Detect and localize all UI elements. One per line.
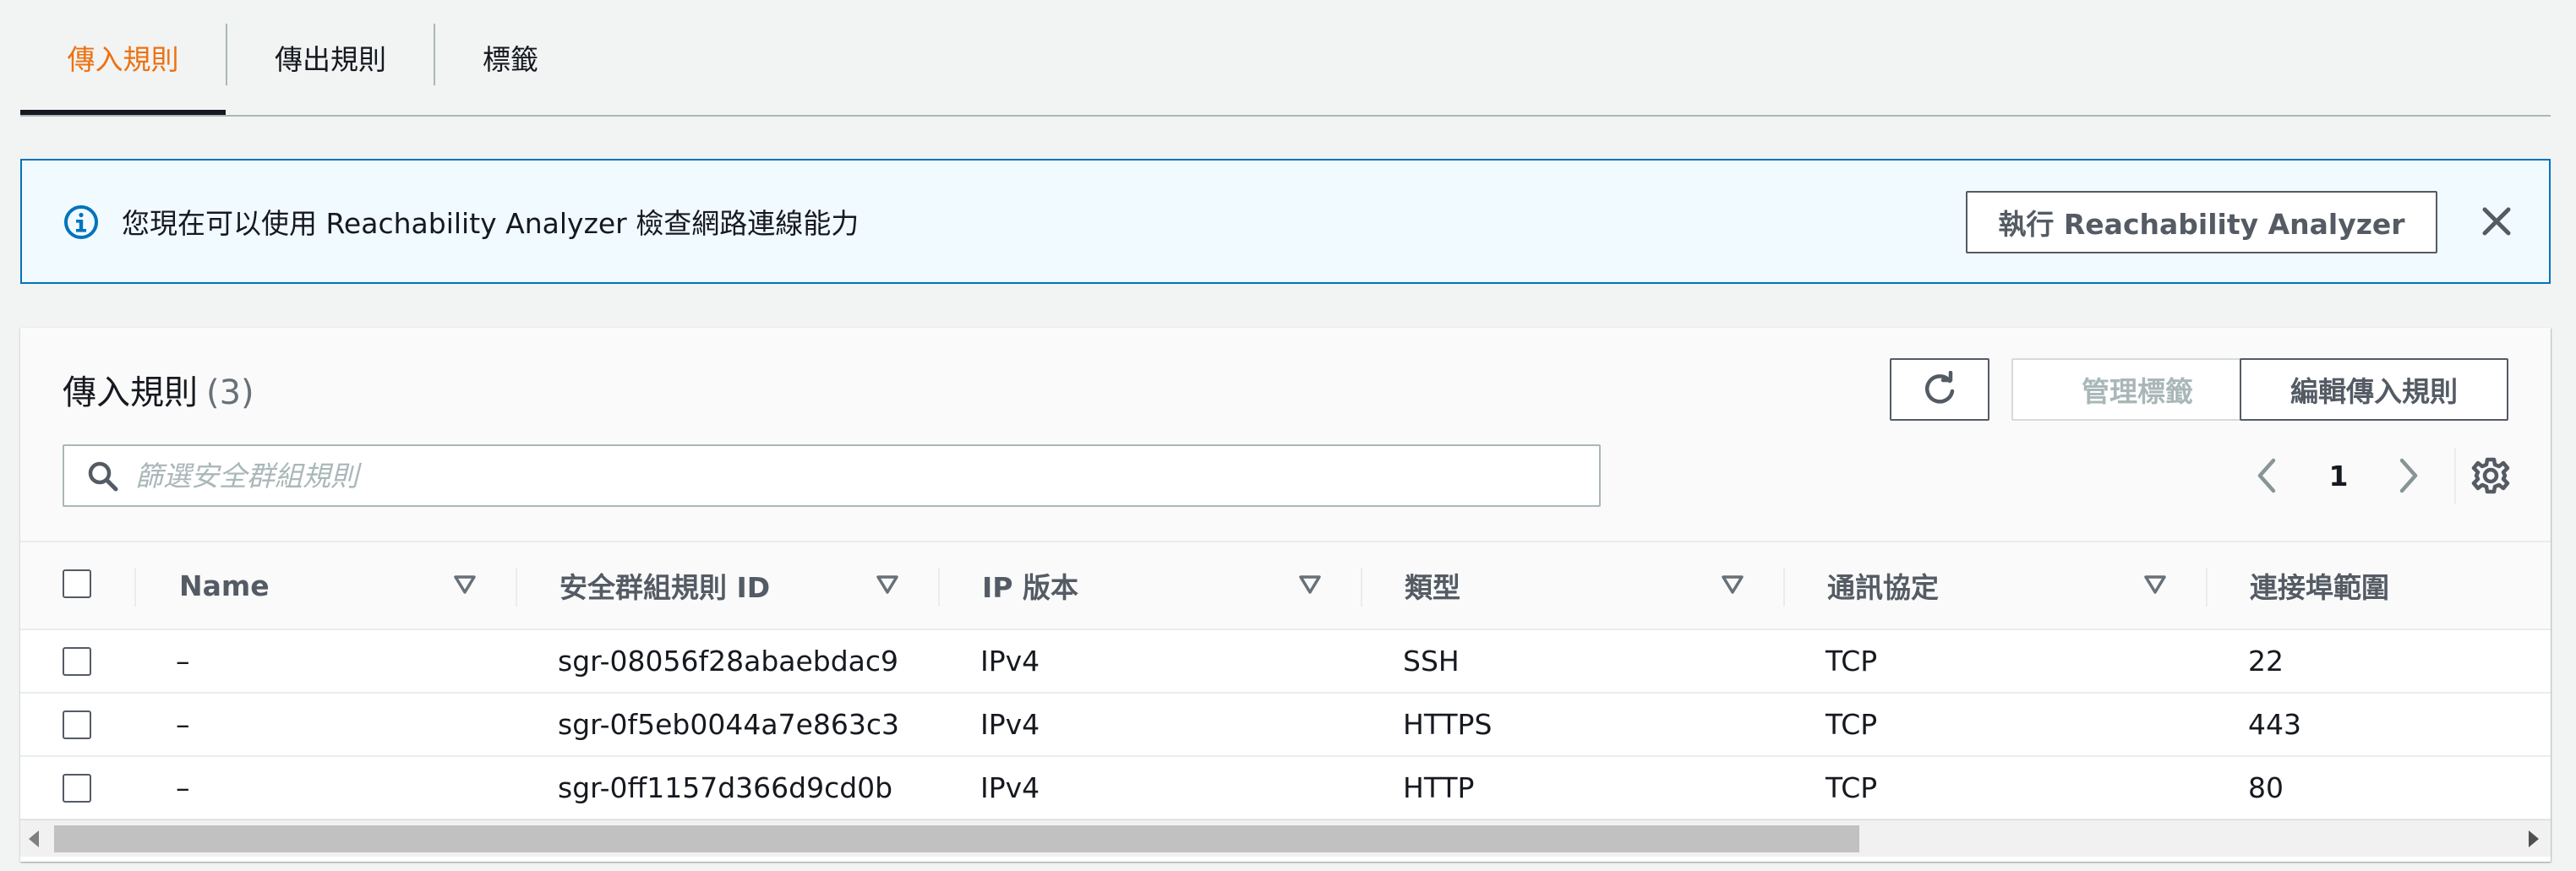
table-row[interactable]: – sgr-08056f28abaebdac9 IPv4 SSH TCP 22	[20, 630, 2551, 694]
cell-rule-id: sgr-0f5eb0044a7e863c3	[558, 708, 899, 741]
column-divider	[516, 568, 517, 607]
sort-icon[interactable]	[1298, 574, 1322, 595]
cell-protocol: TCP	[1826, 708, 1878, 741]
column-header-ip-version[interactable]: IP 版本	[982, 542, 1078, 629]
tab-bar: 傳入規則 傳出規則 標籤	[20, 0, 2551, 117]
scrollbar-thumb[interactable]	[54, 825, 1859, 852]
table-header: Name 安全群組規則 ID IP 版本 類型 通訊協定 連接埠範圍	[20, 541, 2551, 630]
cell-protocol: TCP	[1826, 771, 1878, 804]
cell-name: –	[176, 771, 190, 804]
sort-icon[interactable]	[453, 574, 477, 595]
container-title: 傳入規則 (3)	[63, 365, 254, 414]
tab-label: 標籤	[483, 43, 538, 76]
table-row[interactable]: – sgr-0ff1157d366d9cd0b IPv4 HTTP TCP 80	[20, 757, 2551, 820]
tab-outbound-rules[interactable]: 傳出規則	[227, 24, 434, 91]
column-divider	[1361, 568, 1362, 607]
tab-label: 傳入規則	[67, 43, 179, 76]
previous-page-icon[interactable]	[2248, 455, 2285, 497]
cell-type: SSH	[1403, 645, 1460, 678]
refresh-icon	[1925, 371, 1955, 404]
cell-ip-version: IPv4	[980, 771, 1040, 804]
inbound-rules-container: 傳入規則(3) 管理標籤 編輯傳入規則 1	[20, 328, 2551, 862]
container-header: 傳入規則(3) 管理標籤 編輯傳入規則 1	[20, 328, 2551, 541]
cell-ip-version: IPv4	[980, 708, 1040, 741]
title-text: 傳入規則	[63, 373, 198, 412]
info-flash-banner: 您現在可以使用 Reachability Analyzer 檢查網路連線能力 執…	[20, 159, 2551, 284]
cell-port-range: 443	[2248, 708, 2301, 741]
sort-icon[interactable]	[1721, 574, 1744, 595]
sort-icon[interactable]	[876, 574, 899, 595]
edit-inbound-rules-button[interactable]: 編輯傳入規則	[2240, 358, 2508, 421]
column-divider	[134, 568, 136, 607]
column-divider	[938, 568, 940, 607]
column-header-protocol[interactable]: 通訊協定	[1827, 542, 1939, 629]
select-all-checkbox[interactable]	[63, 569, 91, 598]
row-checkbox[interactable]	[63, 647, 91, 676]
current-page-number[interactable]: 1	[2317, 455, 2360, 497]
info-icon	[64, 205, 98, 239]
row-checkbox[interactable]	[63, 710, 91, 739]
run-reachability-analyzer-button[interactable]: 執行 Reachability Analyzer	[1966, 191, 2437, 253]
tab-label: 傳出規則	[275, 43, 386, 76]
search-field[interactable]	[63, 444, 1601, 507]
row-checkbox[interactable]	[63, 774, 91, 803]
column-header-rule-id[interactable]: 安全群組規則 ID	[559, 542, 770, 629]
next-page-icon[interactable]	[2390, 455, 2427, 497]
cell-port-range: 22	[2248, 645, 2284, 678]
manage-tags-button[interactable]: 管理標籤	[2011, 358, 2263, 421]
pagination-divider	[2454, 448, 2456, 504]
cell-name: –	[176, 708, 190, 741]
close-icon[interactable]	[2473, 198, 2520, 245]
refresh-button[interactable]	[1890, 358, 1989, 421]
tab-tags[interactable]: 標籤	[435, 24, 586, 91]
tab-inbound-rules[interactable]: 傳入規則	[20, 24, 226, 91]
column-divider	[1783, 568, 1785, 607]
cell-type: HTTPS	[1403, 708, 1493, 741]
horizontal-scrollbar[interactable]	[20, 819, 2551, 857]
flash-message: 您現在可以使用 Reachability Analyzer 檢查網路連線能力	[122, 207, 860, 240]
cell-type: HTTP	[1403, 771, 1475, 804]
cell-protocol: TCP	[1826, 645, 1878, 678]
cell-ip-version: IPv4	[980, 645, 1040, 678]
sort-icon[interactable]	[2143, 574, 2167, 595]
column-divider	[2206, 568, 2208, 607]
active-tab-indicator	[20, 110, 226, 115]
gear-icon[interactable]	[2470, 455, 2512, 497]
search-icon	[88, 461, 118, 492]
search-input[interactable]	[135, 446, 1572, 505]
column-header-type[interactable]: 類型	[1405, 542, 1460, 629]
scroll-left-arrow-icon[interactable]	[29, 830, 39, 847]
column-header-port-range[interactable]: 連接埠範圍	[2250, 542, 2389, 629]
column-header-name[interactable]: Name	[179, 542, 270, 629]
table-row[interactable]: – sgr-0f5eb0044a7e863c3 IPv4 HTTPS TCP 4…	[20, 694, 2551, 757]
rule-count: (3)	[206, 373, 254, 412]
cell-rule-id: sgr-0ff1157d366d9cd0b	[558, 771, 893, 804]
cell-port-range: 80	[2248, 771, 2284, 804]
scroll-right-arrow-icon[interactable]	[2529, 830, 2539, 847]
cell-rule-id: sgr-08056f28abaebdac9	[558, 645, 899, 678]
cell-name: –	[176, 645, 190, 678]
